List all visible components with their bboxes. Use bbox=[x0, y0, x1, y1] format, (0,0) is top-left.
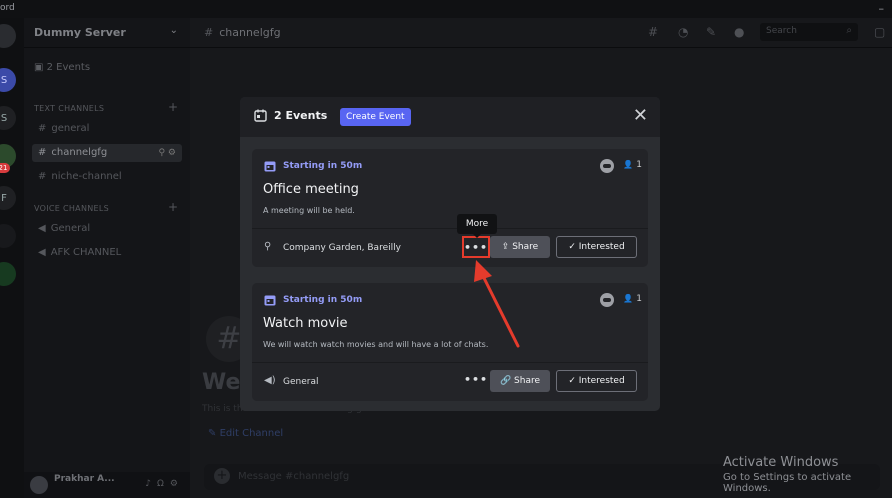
server-icon-s2[interactable]: S bbox=[0, 106, 16, 130]
speaker-icon: ◀) bbox=[264, 375, 276, 386]
server-header[interactable]: Dummy Server ⌄ bbox=[24, 18, 190, 48]
map-pin-icon: ⚲ bbox=[264, 241, 272, 252]
events-item[interactable]: ▣ 2 Events bbox=[34, 62, 90, 73]
invite-settings-icons[interactable]: ⚲ ⚙ bbox=[158, 144, 176, 162]
event-location: Company Garden, Bareilly bbox=[283, 243, 401, 253]
speaker-icon: ◀ bbox=[38, 223, 46, 234]
modal-title: 2 Events bbox=[274, 109, 328, 122]
edit-channel-link[interactable]: ✎ Edit Channel bbox=[208, 428, 283, 439]
channel-sidebar: Dummy Server ⌄ ▣ 2 Events TEXT CHANNELS … bbox=[24, 18, 190, 498]
more-options-button[interactable]: ••• bbox=[462, 370, 490, 392]
add-attachment-icon[interactable]: + bbox=[214, 468, 230, 484]
add-server-icon[interactable] bbox=[0, 262, 16, 286]
server-icon-f[interactable]: F bbox=[0, 186, 16, 210]
search-icon: ⌕ bbox=[846, 25, 852, 36]
event-start-time: Starting in 50m bbox=[283, 161, 363, 171]
interested-count: 👤 1 bbox=[623, 160, 642, 170]
server-name: Dummy Server bbox=[34, 26, 126, 39]
composer-placeholder: Message #channelgfg bbox=[238, 471, 350, 482]
user-panel: Prakhar A... ♪Ω⚙ bbox=[24, 472, 190, 498]
person-icon: 👤 bbox=[623, 160, 634, 169]
members-icon[interactable]: ● bbox=[734, 25, 744, 39]
app-name: ord bbox=[0, 3, 15, 13]
channel-channelgfg[interactable]: # channelgfg ⚲ ⚙ bbox=[32, 144, 182, 162]
close-icon[interactable]: ✕ bbox=[633, 106, 648, 126]
divider bbox=[252, 228, 648, 229]
interested-button[interactable]: ✓ Interested bbox=[556, 236, 637, 258]
hash-icon: # bbox=[204, 26, 214, 39]
event-location: General bbox=[283, 377, 319, 387]
event-description: We will watch watch movies and will have… bbox=[263, 340, 489, 349]
home-discord-icon[interactable] bbox=[0, 24, 16, 48]
calendar-icon bbox=[264, 161, 276, 172]
activate-windows-watermark: Activate Windows Go to Settings to activ… bbox=[723, 455, 892, 494]
search-input[interactable]: Search ⌕ bbox=[760, 23, 858, 41]
event-card[interactable]: Starting in 50m 👤 1 Office meeting A meet… bbox=[252, 149, 648, 267]
discord-icon bbox=[600, 159, 614, 173]
channel-general[interactable]: # general bbox=[32, 120, 182, 138]
person-icon: 👤 bbox=[623, 294, 634, 303]
modal-header: 2 Events Create Event ✕ bbox=[240, 97, 660, 137]
voice-channel-general[interactable]: ◀ General bbox=[32, 220, 182, 238]
event-title: Watch movie bbox=[263, 316, 348, 331]
more-tooltip: More bbox=[457, 214, 497, 238]
pencil-icon: ✎ bbox=[208, 428, 220, 439]
unread-badge: 21 bbox=[0, 163, 10, 173]
interested-count: 👤 1 bbox=[623, 294, 642, 304]
events-modal: 2 Events Create Event ✕ Starting in 50m … bbox=[240, 97, 660, 411]
share-button[interactable]: 🔗 Share bbox=[490, 370, 550, 392]
channel-topbar: # channelgfg # ◔ ✎ ● Search ⌕ ▢ bbox=[190, 18, 892, 48]
inbox-icon[interactable]: ▢ bbox=[874, 25, 885, 39]
calendar-icon bbox=[254, 109, 267, 122]
pin-icon[interactable]: ✎ bbox=[706, 25, 716, 39]
interested-button[interactable]: ✓ Interested bbox=[556, 370, 637, 392]
discord-window: ord – S S 21 F Dummy Server ⌄ ▣ 2 Events… bbox=[0, 0, 892, 498]
mic-headset-settings-icons[interactable]: ♪Ω⚙ bbox=[145, 479, 184, 489]
annotation-arrow bbox=[474, 260, 520, 348]
calendar-icon: ▣ bbox=[34, 62, 47, 73]
hash-icon: # bbox=[38, 147, 47, 158]
add-voice-channel-icon[interactable]: + bbox=[168, 200, 178, 214]
threads-icon[interactable]: # bbox=[648, 25, 658, 39]
event-description: A meeting will be held. bbox=[263, 206, 355, 215]
discord-icon bbox=[600, 293, 614, 307]
avatar[interactable] bbox=[30, 476, 48, 494]
checkmark-icon: ✓ bbox=[568, 242, 579, 252]
chevron-down-icon: ⌄ bbox=[169, 25, 178, 36]
voice-channel-afk[interactable]: ◀ AFK CHANNEL bbox=[32, 244, 182, 262]
server-rail: S S 21 F bbox=[0, 18, 24, 498]
hash-icon: # bbox=[38, 171, 47, 182]
speaker-icon: ◀ bbox=[38, 247, 46, 258]
channel-title: # channelgfg bbox=[204, 26, 281, 39]
add-text-channel-icon[interactable]: + bbox=[168, 100, 178, 114]
link-icon: 🔗 bbox=[499, 376, 515, 386]
title-bar: ord – bbox=[0, 0, 892, 18]
event-card[interactable]: Starting in 50m 👤 1 Watch movie We will w… bbox=[252, 283, 648, 401]
divider bbox=[252, 362, 648, 363]
voice-channels-category[interactable]: VOICE CHANNELS bbox=[34, 204, 109, 213]
server-icon-s1[interactable]: S bbox=[0, 68, 16, 92]
server-icon-blank[interactable] bbox=[0, 224, 16, 248]
event-start-time: Starting in 50m bbox=[283, 295, 363, 305]
watermark-subtitle: Go to Settings to activate Windows. bbox=[723, 472, 852, 494]
minimize-button[interactable]: – bbox=[879, 2, 885, 15]
checkmark-icon: ✓ bbox=[568, 376, 579, 386]
user-name: Prakhar A... bbox=[54, 474, 115, 484]
channel-niche[interactable]: # niche-channel bbox=[32, 168, 182, 186]
hash-icon: # bbox=[38, 123, 47, 134]
event-title: Office meeting bbox=[263, 182, 359, 197]
watermark-title: Activate Windows bbox=[723, 455, 839, 470]
create-event-button[interactable]: Create Event bbox=[340, 108, 411, 126]
calendar-icon bbox=[264, 295, 276, 306]
text-channels-category[interactable]: TEXT CHANNELS bbox=[34, 104, 104, 113]
bell-icon[interactable]: ◔ bbox=[678, 25, 688, 39]
